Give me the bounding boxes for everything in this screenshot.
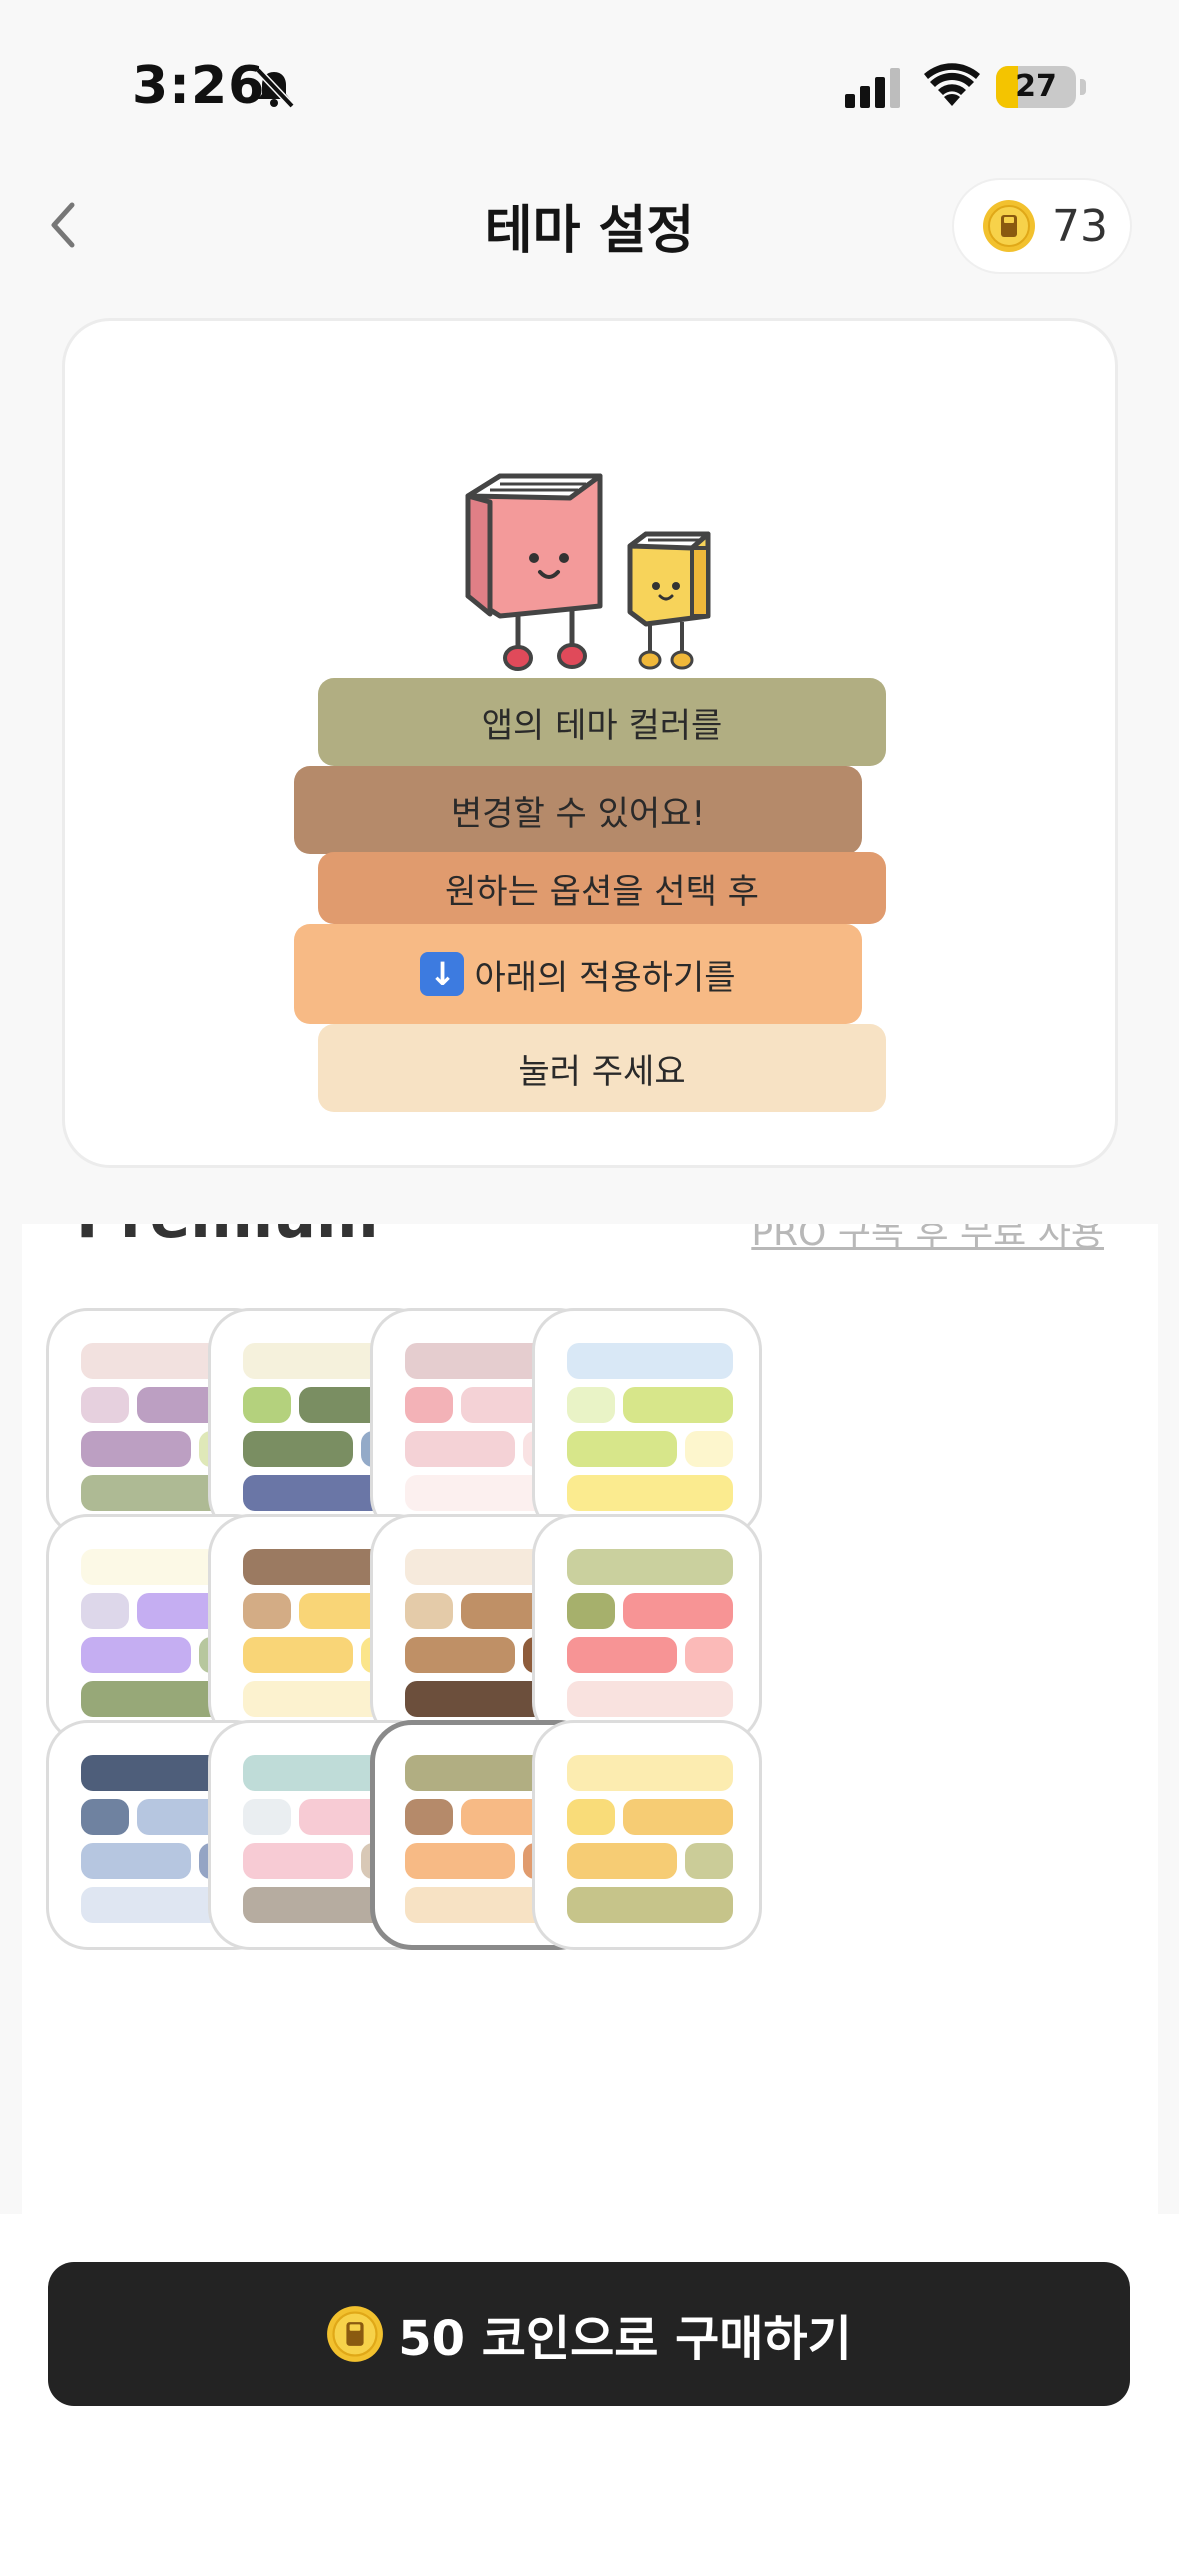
color-chip bbox=[567, 1593, 615, 1629]
color-chip bbox=[567, 1755, 733, 1791]
purchase-button[interactable]: 50 코인으로 구매하기 bbox=[48, 2262, 1130, 2406]
book-mascots-illustration bbox=[465, 473, 711, 671]
color-chip bbox=[567, 1343, 733, 1379]
battery-nub bbox=[1080, 79, 1086, 95]
preview-line-4: ↓ 아래의 적용하기를 bbox=[294, 924, 862, 1024]
color-chip bbox=[405, 1843, 515, 1879]
battery-percent: 27 bbox=[1015, 69, 1057, 104]
color-chip bbox=[567, 1637, 677, 1673]
theme-swatch[interactable] bbox=[532, 1720, 762, 1950]
theme-swatch[interactable] bbox=[532, 1514, 762, 1744]
theme-list-panel[interactable]: Premium PRO 구독 후 무료 사용 GrapeMid SummerPi… bbox=[22, 1224, 1158, 2224]
color-chip bbox=[685, 1431, 733, 1467]
section-title: Premium bbox=[76, 1224, 379, 1252]
coin-icon bbox=[327, 2306, 384, 2362]
color-chip bbox=[81, 1637, 191, 1673]
color-chip bbox=[567, 1681, 733, 1717]
status-bar: 3:26 27 bbox=[0, 0, 1179, 170]
pro-subscribe-link[interactable]: PRO 구독 후 무료 사용 bbox=[751, 1224, 1104, 1256]
theme-option[interactable] bbox=[532, 1720, 762, 1950]
status-time: 3:26 bbox=[132, 56, 266, 116]
color-chip bbox=[567, 1887, 733, 1923]
color-chip bbox=[243, 1593, 291, 1629]
color-chip bbox=[243, 1387, 291, 1423]
color-chip bbox=[243, 1637, 353, 1673]
color-chip bbox=[567, 1799, 615, 1835]
theme-swatch[interactable] bbox=[532, 1308, 762, 1538]
coin-icon bbox=[983, 200, 1035, 252]
color-chip bbox=[81, 1387, 129, 1423]
coin-count: 73 bbox=[1052, 200, 1108, 252]
color-chip bbox=[243, 1843, 353, 1879]
down-arrow-icon: ↓ bbox=[420, 952, 465, 996]
preview-line-2: 변경할 수 있어요! bbox=[294, 766, 862, 854]
preview-line-1: 앱의 테마 컬러를 bbox=[318, 678, 886, 766]
color-chip bbox=[567, 1431, 677, 1467]
wifi-icon bbox=[924, 63, 980, 106]
color-chip bbox=[81, 1431, 191, 1467]
purchase-label: 50 코인으로 구매하기 bbox=[398, 2311, 852, 2367]
color-chip bbox=[567, 1843, 677, 1879]
color-chip bbox=[405, 1637, 515, 1673]
color-chip bbox=[567, 1387, 615, 1423]
color-chip bbox=[243, 1431, 353, 1467]
preview-line-3: 원하는 옵션을 선택 후 bbox=[318, 852, 886, 924]
color-chip bbox=[567, 1475, 733, 1511]
color-chip bbox=[405, 1387, 453, 1423]
color-chip bbox=[685, 1843, 733, 1879]
color-chip bbox=[623, 1593, 733, 1629]
color-chip bbox=[623, 1799, 733, 1835]
color-chip bbox=[405, 1593, 453, 1629]
color-chip bbox=[243, 1799, 291, 1835]
color-chip bbox=[81, 1843, 191, 1879]
battery-indicator: 27 bbox=[996, 66, 1076, 108]
color-chip bbox=[685, 1637, 733, 1673]
cellular-signal-icon bbox=[845, 68, 900, 108]
color-chip bbox=[405, 1431, 515, 1467]
color-chip bbox=[405, 1799, 453, 1835]
bell-slash-icon bbox=[255, 67, 295, 109]
preview-line-5: 눌러 주세요 bbox=[318, 1024, 886, 1112]
color-chip bbox=[623, 1387, 733, 1423]
color-chip bbox=[81, 1799, 129, 1835]
color-chip bbox=[567, 1549, 733, 1585]
color-chip bbox=[81, 1593, 129, 1629]
coin-balance[interactable]: 73 bbox=[954, 180, 1130, 272]
